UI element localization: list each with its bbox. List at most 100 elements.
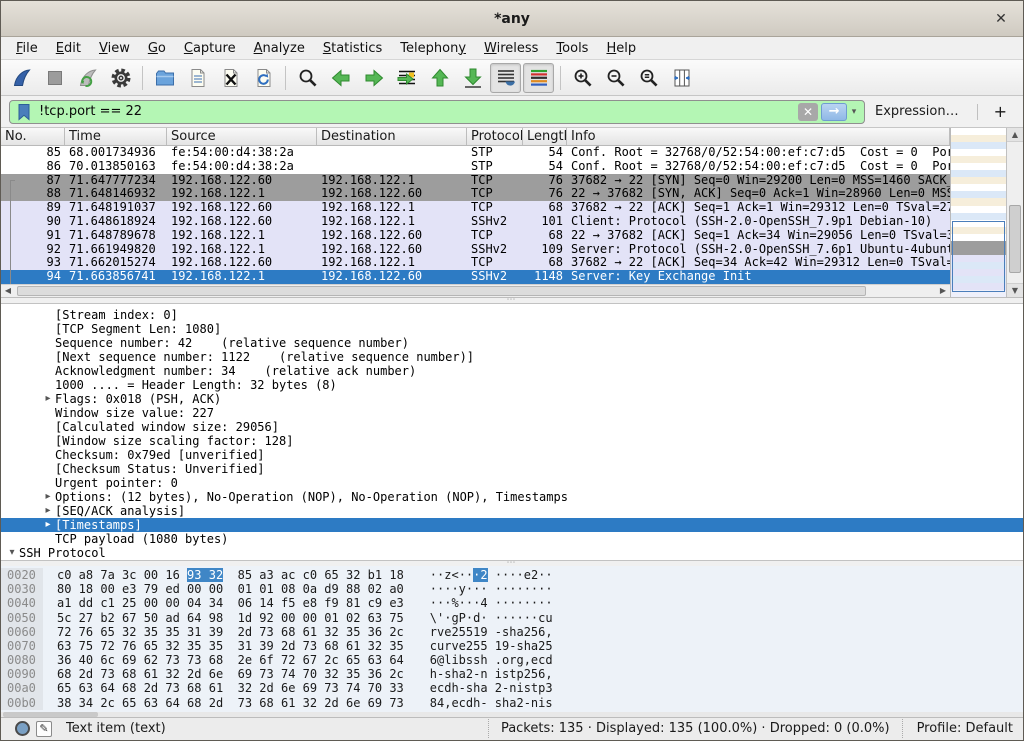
packet-row-87[interactable]: 8771.647777234192.168.122.60192.168.122.… xyxy=(1,174,950,188)
capture-options-button[interactable] xyxy=(105,63,136,93)
column-header-no[interactable]: No. xyxy=(1,128,65,145)
detail-line[interactable]: [Next sequence number: 1122 (relative se… xyxy=(1,350,1023,364)
detail-line[interactable]: [TCP Segment Len: 1080] xyxy=(1,322,1023,336)
menu-analyze[interactable]: Analyze xyxy=(245,39,314,58)
go-back-button[interactable] xyxy=(325,63,356,93)
filter-clear-icon[interactable]: ✕ xyxy=(798,103,818,121)
packet-row-89[interactable]: 8971.648191037192.168.122.60192.168.122.… xyxy=(1,201,950,215)
column-header-dst[interactable]: Destination xyxy=(317,128,467,145)
menu-view[interactable]: View xyxy=(90,39,139,58)
file-close-button[interactable] xyxy=(215,63,246,93)
packet-row-88[interactable]: 8871.648146932192.168.122.1192.168.122.6… xyxy=(1,187,950,201)
detail-line[interactable]: Sequence number: 42 (relative sequence n… xyxy=(1,336,1023,350)
file-open-button[interactable] xyxy=(149,63,180,93)
hex-row-0060[interactable]: 006072 76 65 32 35 35 31 39 2d 73 68 61 … xyxy=(1,625,1023,639)
menu-tools[interactable]: Tools xyxy=(547,39,597,58)
expression-button[interactable]: Expression… xyxy=(875,104,959,119)
go-to-packet-button[interactable] xyxy=(391,63,422,93)
column-header-time[interactable]: Time xyxy=(65,128,167,145)
packet-row-92[interactable]: 9271.661949820192.168.122.1192.168.122.6… xyxy=(1,243,950,257)
column-header-info[interactable]: Info xyxy=(567,128,950,145)
capture-stop-button[interactable] xyxy=(39,63,70,93)
hex-row-0090[interactable]: 009068 2d 73 68 61 32 2d 6e 69 73 74 70 … xyxy=(1,667,1023,681)
filter-value[interactable]: !tcp.port == 22 xyxy=(32,104,798,119)
hscroll-thumb[interactable] xyxy=(17,286,866,296)
packet-row-86[interactable]: 8670.013850163fe:54:00:d4:38:2aSTP54Conf… xyxy=(1,160,950,174)
detail-line[interactable]: [Stream index: 0] xyxy=(1,308,1023,322)
expander-icon[interactable]: ▸ xyxy=(41,490,55,504)
close-icon[interactable]: ✕ xyxy=(991,9,1011,29)
filter-dropdown-icon[interactable]: ▾ xyxy=(847,107,861,117)
filter-input[interactable]: !tcp.port == 22 ✕ → ▾ xyxy=(9,100,865,124)
detail-line[interactable]: Checksum: 0x79ed [unverified] xyxy=(1,448,1023,462)
add-filter-button[interactable]: + xyxy=(986,102,1015,121)
file-reload-button[interactable] xyxy=(248,63,279,93)
packet-row-85[interactable]: 8568.001734936fe:54:00:d4:38:2aSTP54Conf… xyxy=(1,146,950,160)
detail-line[interactable]: Urgent pointer: 0 xyxy=(1,476,1023,490)
file-save-button[interactable] xyxy=(182,63,213,93)
expander-icon[interactable]: ▾ xyxy=(5,546,19,560)
menu-file[interactable]: File xyxy=(7,39,47,58)
detail-line[interactable]: [Calculated window size: 29056] xyxy=(1,420,1023,434)
packet-list-vscrollbar[interactable]: ▲ ▼ xyxy=(1006,128,1023,297)
packet-row-91[interactable]: 9171.648789678192.168.122.1192.168.122.6… xyxy=(1,229,950,243)
menu-statistics[interactable]: Statistics xyxy=(314,39,391,58)
hex-row-0030[interactable]: 003080 18 00 e3 79 ed 00 00 01 01 08 0a … xyxy=(1,582,1023,596)
zoom-in-button[interactable] xyxy=(567,63,598,93)
capture-comment-icon[interactable]: ✎ xyxy=(36,721,52,737)
detail-line[interactable]: ▸[Timestamps] xyxy=(1,518,1023,532)
menu-capture[interactable]: Capture xyxy=(175,39,245,58)
menu-telephony[interactable]: Telephony xyxy=(391,39,475,58)
packet-row-90[interactable]: 9071.648618924192.168.122.60192.168.122.… xyxy=(1,215,950,229)
auto-scroll-button[interactable] xyxy=(490,63,521,93)
scroll-right-icon[interactable]: ▶ xyxy=(936,286,950,295)
hexscroll-thumb[interactable] xyxy=(3,712,98,717)
scroll-up-icon[interactable]: ▲ xyxy=(1007,128,1023,142)
expander-icon[interactable]: ▸ xyxy=(41,392,55,406)
go-bottom-button[interactable] xyxy=(457,63,488,93)
intelligent-scrollbar-minimap[interactable] xyxy=(950,128,1006,297)
scroll-down-icon[interactable]: ▼ xyxy=(1007,283,1023,297)
detail-line[interactable]: 1000 .... = Header Length: 32 bytes (8) xyxy=(1,378,1023,392)
hex-row-0080[interactable]: 008036 40 6c 69 62 73 73 68 2e 6f 72 67 … xyxy=(1,653,1023,667)
filter-apply-icon[interactable]: → xyxy=(821,103,847,121)
packet-row-94[interactable]: 9471.663856741192.168.122.1192.168.122.6… xyxy=(1,270,950,284)
column-header-proto[interactable]: Protocol xyxy=(467,128,523,145)
vscroll-track[interactable] xyxy=(1007,142,1023,283)
vscroll-thumb[interactable] xyxy=(1009,205,1021,273)
expander-icon[interactable]: ▸ xyxy=(41,518,55,532)
detail-line[interactable]: [Window size scaling factor: 128] xyxy=(1,434,1023,448)
detail-line[interactable]: ▸[SEQ/ACK analysis] xyxy=(1,504,1023,518)
detail-line[interactable]: Acknowledgment number: 34 (relative ack … xyxy=(1,364,1023,378)
bookmark-icon[interactable] xyxy=(16,103,32,121)
hex-row-0020[interactable]: 0020c0 a8 7a 3c 00 16 93 32 85 a3 ac c0 … xyxy=(1,568,1023,582)
zoom-original-button[interactable] xyxy=(633,63,664,93)
hex-row-0040[interactable]: 0040a1 dd c1 25 00 00 04 34 06 14 f5 e8 … xyxy=(1,596,1023,610)
hex-row-0070[interactable]: 007063 75 72 76 65 32 35 35 31 39 2d 73 … xyxy=(1,639,1023,653)
packet-row-93[interactable]: 9371.662015274192.168.122.60192.168.122.… xyxy=(1,256,950,270)
capture-start-button[interactable] xyxy=(6,63,37,93)
column-header-src[interactable]: Source xyxy=(167,128,317,145)
menu-wireless[interactable]: Wireless xyxy=(475,39,547,58)
go-forward-button[interactable] xyxy=(358,63,389,93)
packet-list-hscrollbar[interactable]: ◀ ▶ xyxy=(1,284,950,297)
capture-restart-button[interactable] xyxy=(72,63,103,93)
zoom-out-button[interactable] xyxy=(600,63,631,93)
detail-line[interactable]: [Checksum Status: Unverified] xyxy=(1,462,1023,476)
scroll-left-icon[interactable]: ◀ xyxy=(1,286,15,295)
column-header-len[interactable]: Length xyxy=(523,128,567,145)
hex-row-0050[interactable]: 00505c 27 b2 67 50 ad 64 98 1d 92 00 00 … xyxy=(1,611,1023,625)
detail-line[interactable]: ▸Flags: 0x018 (PSH, ACK) xyxy=(1,392,1023,406)
hex-hscrollbar[interactable] xyxy=(1,712,1023,717)
go-top-button[interactable] xyxy=(424,63,455,93)
hex-row-00a0[interactable]: 00a065 63 64 68 2d 73 68 61 32 2d 6e 69 … xyxy=(1,681,1023,695)
detail-line[interactable]: TCP payload (1080 bytes) xyxy=(1,532,1023,546)
detail-line[interactable]: ▸Options: (12 bytes), No-Operation (NOP)… xyxy=(1,490,1023,504)
minimap-viewport[interactable] xyxy=(952,221,1005,292)
menu-help[interactable]: Help xyxy=(597,39,645,58)
profile-button[interactable]: Profile: Default xyxy=(903,721,1017,736)
find-packet-button[interactable] xyxy=(292,63,323,93)
resize-columns-button[interactable] xyxy=(666,63,697,93)
menu-go[interactable]: Go xyxy=(139,39,175,58)
menu-edit[interactable]: Edit xyxy=(47,39,90,58)
